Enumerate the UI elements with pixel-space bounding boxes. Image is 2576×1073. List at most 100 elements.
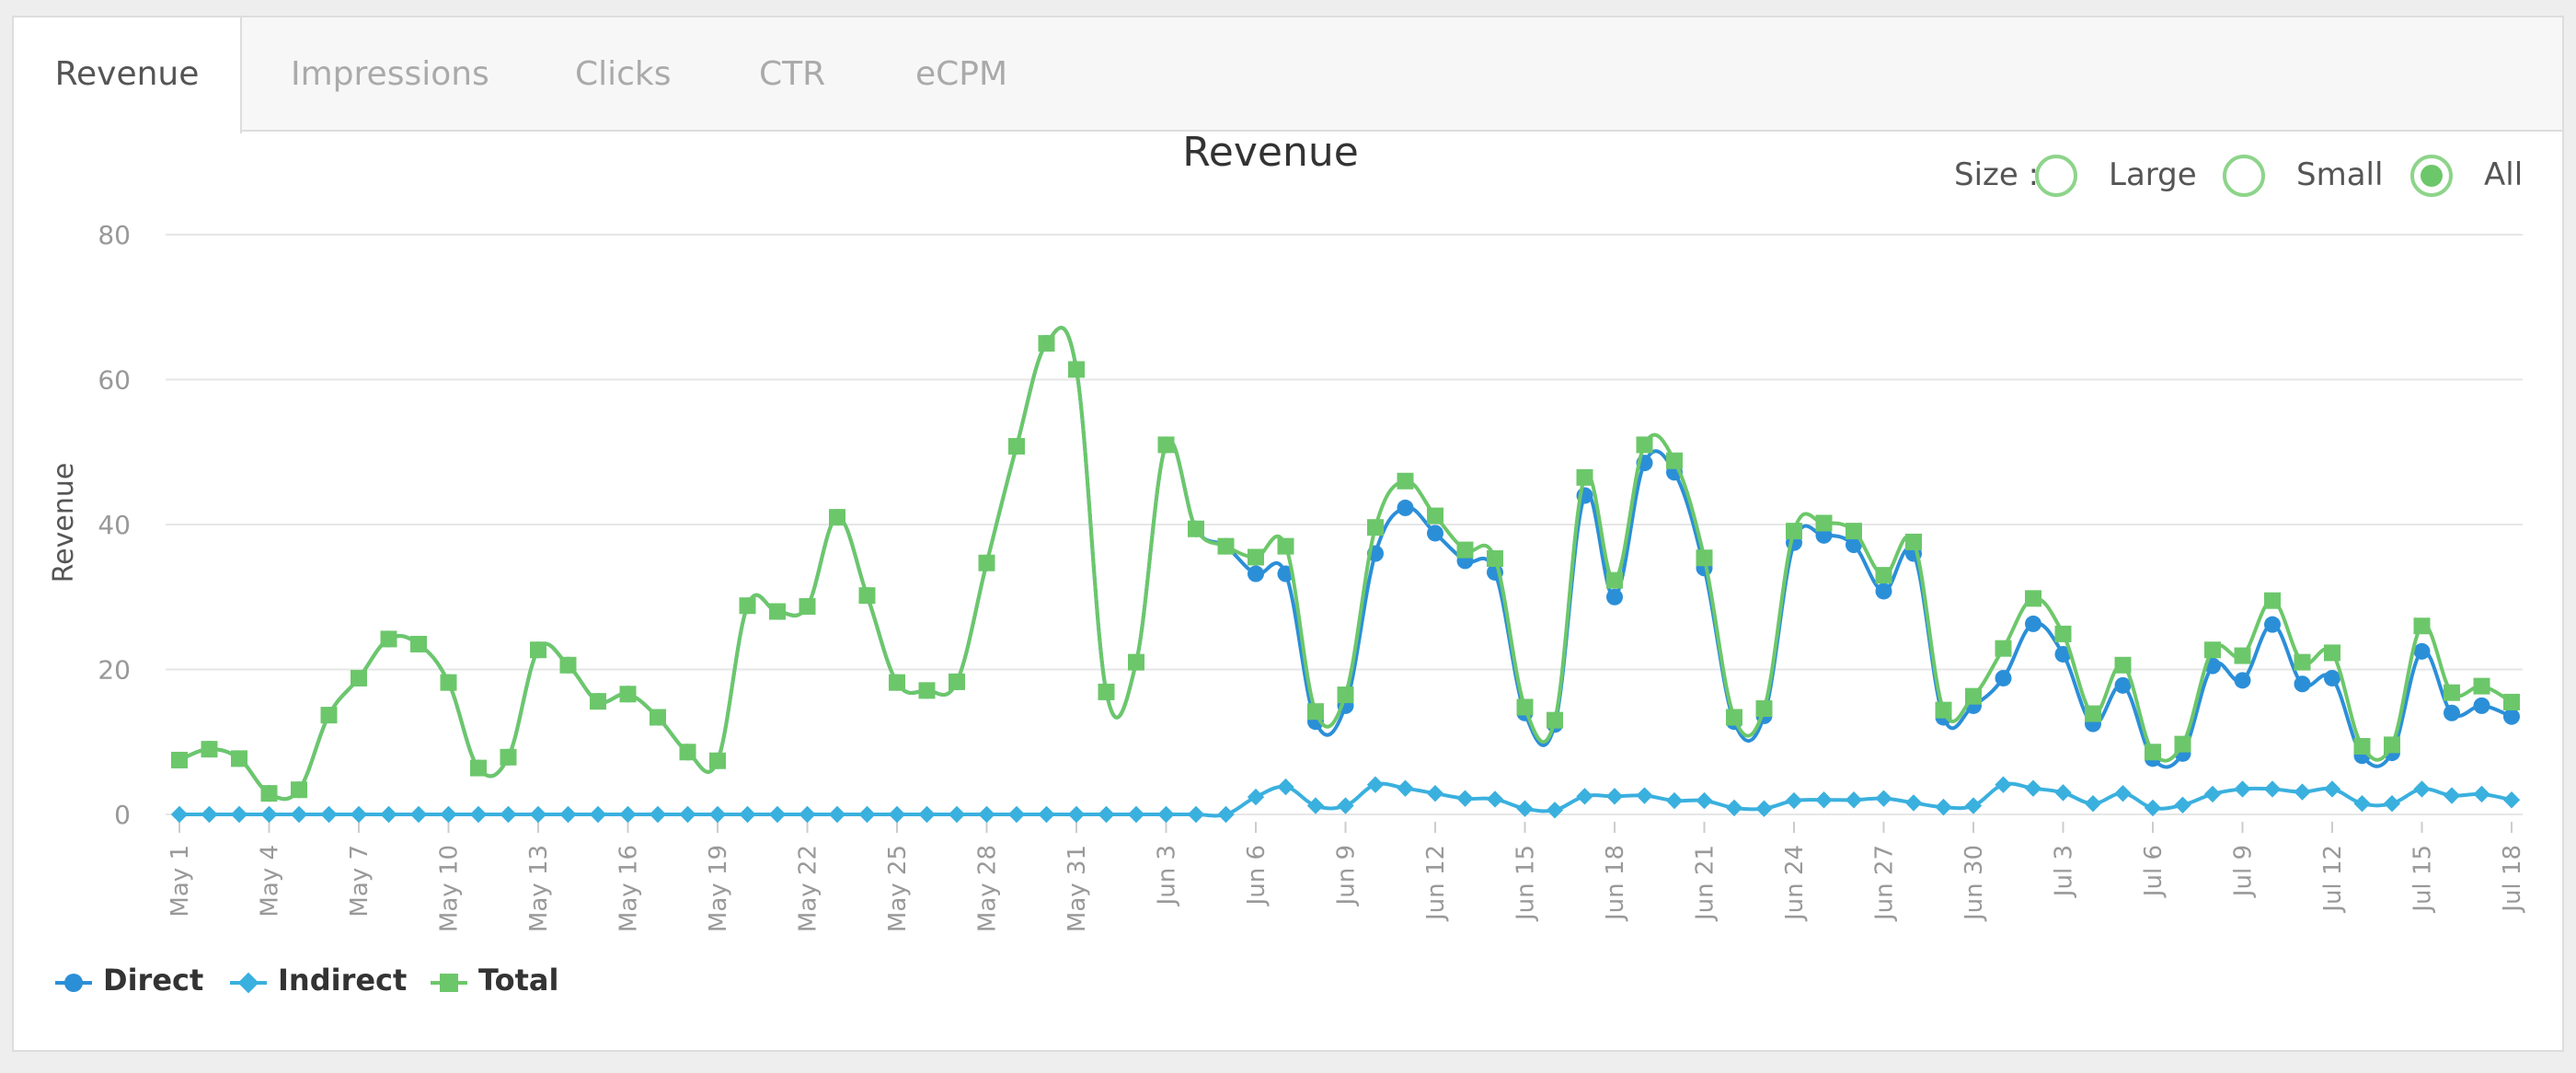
indirect-point bbox=[469, 805, 488, 824]
indirect-point bbox=[260, 805, 278, 824]
indirect-point bbox=[1337, 797, 1354, 814]
indirect-point bbox=[2353, 794, 2371, 813]
indirect-point bbox=[2294, 783, 2311, 801]
total-point bbox=[2145, 744, 2161, 761]
x-tick-label: May 1 bbox=[167, 845, 194, 917]
x-tick-label: Jul 15 bbox=[2409, 845, 2437, 914]
indirect-point bbox=[1935, 798, 1952, 816]
total-point bbox=[1456, 541, 1474, 559]
indirect-point bbox=[619, 805, 637, 824]
x-tick-label: Jun 15 bbox=[1512, 845, 1540, 922]
indirect-point bbox=[2263, 780, 2282, 798]
total-point bbox=[470, 759, 487, 777]
total-point bbox=[1068, 361, 1085, 378]
indirect-point bbox=[2502, 791, 2521, 809]
total-point bbox=[1965, 687, 1982, 705]
total-point bbox=[2174, 735, 2191, 753]
direct-point bbox=[2234, 672, 2251, 689]
direct-point bbox=[2503, 708, 2520, 725]
total-point bbox=[590, 693, 606, 710]
indirect-point bbox=[170, 805, 189, 824]
indirect-point bbox=[918, 805, 936, 824]
indirect-point bbox=[2084, 794, 2102, 813]
total-point bbox=[1397, 472, 1414, 490]
x-tick-label: Jun 3 bbox=[1154, 845, 1181, 906]
total-point bbox=[1606, 571, 1623, 589]
x-tick-label: Jul 18 bbox=[2499, 845, 2526, 914]
indirect-point bbox=[350, 805, 368, 824]
total-point bbox=[918, 682, 936, 699]
indirect-point bbox=[649, 805, 667, 824]
direct-point bbox=[2294, 675, 2311, 693]
x-tick-label: May 22 bbox=[795, 845, 822, 932]
total-point bbox=[1307, 703, 1324, 721]
indirect-point bbox=[2203, 785, 2222, 803]
total-point bbox=[2384, 736, 2400, 754]
indirect-point bbox=[1187, 805, 1205, 824]
total-point bbox=[320, 707, 338, 724]
x-tick-label: Jun 6 bbox=[1243, 845, 1271, 906]
indirect-point bbox=[1995, 776, 2012, 793]
total-point bbox=[2324, 644, 2340, 662]
indirect-point bbox=[1157, 805, 1175, 824]
total-point bbox=[739, 597, 756, 615]
total-point bbox=[1098, 683, 1115, 700]
indirect-point bbox=[2383, 794, 2401, 813]
indirect-point bbox=[1426, 784, 1444, 802]
indirect-point bbox=[500, 805, 517, 824]
indirect-point bbox=[529, 805, 547, 824]
indirect-point bbox=[409, 805, 428, 824]
total-point bbox=[1576, 468, 1593, 486]
total-point bbox=[1217, 537, 1235, 555]
y-tick-label: 60 bbox=[98, 365, 131, 396]
total-point bbox=[380, 630, 397, 648]
total-point bbox=[1726, 709, 1742, 726]
total-point bbox=[2025, 590, 2041, 607]
indirect-point bbox=[1665, 791, 1684, 810]
total-point bbox=[889, 674, 905, 691]
total-point bbox=[1755, 700, 1773, 718]
total-point bbox=[1367, 519, 1384, 536]
total-point bbox=[2413, 617, 2431, 635]
x-tick-label: Jun 12 bbox=[1422, 845, 1450, 922]
total-point bbox=[1157, 436, 1175, 454]
direct-point bbox=[2413, 642, 2431, 660]
x-tick-label: May 19 bbox=[705, 845, 732, 932]
x-tick-label: May 28 bbox=[974, 845, 1002, 932]
x-tick-label: Jun 30 bbox=[1961, 845, 1988, 922]
indirect-point bbox=[380, 805, 397, 824]
indirect-point bbox=[679, 805, 696, 824]
indirect-point bbox=[1964, 797, 1983, 814]
indirect-point bbox=[858, 805, 876, 824]
total-point bbox=[2294, 653, 2311, 671]
x-tick-label: May 31 bbox=[1064, 845, 1091, 932]
legend-total-marker bbox=[431, 974, 467, 992]
total-point bbox=[1875, 567, 1892, 584]
x-tick-label: Jun 24 bbox=[1781, 845, 1809, 922]
total-point bbox=[2444, 684, 2460, 701]
indirect-point bbox=[1456, 790, 1474, 807]
indirect-point bbox=[1277, 778, 1294, 796]
total-point bbox=[650, 709, 666, 726]
total-point bbox=[440, 674, 457, 691]
total-point bbox=[829, 509, 845, 526]
total-point bbox=[2234, 647, 2251, 664]
direct-series-line bbox=[178, 326, 2513, 802]
total-point bbox=[410, 635, 427, 652]
indirect-point bbox=[768, 805, 787, 824]
direct-point bbox=[1995, 669, 2012, 686]
indirect-point bbox=[1696, 791, 1713, 810]
indirect-point bbox=[559, 805, 577, 824]
total-point bbox=[1128, 653, 1144, 671]
indirect-point bbox=[2443, 787, 2461, 804]
y-tick-label: 20 bbox=[98, 655, 131, 686]
total-point bbox=[2085, 705, 2101, 722]
legend-indirect-marker bbox=[230, 972, 267, 994]
total-point bbox=[2204, 641, 2221, 659]
total-point bbox=[679, 744, 696, 761]
total-point bbox=[1038, 335, 1055, 352]
legend-direct-label: Direct bbox=[103, 963, 204, 998]
total-point bbox=[1516, 698, 1534, 716]
indirect-point bbox=[2174, 796, 2191, 813]
indirect-point bbox=[799, 805, 816, 824]
